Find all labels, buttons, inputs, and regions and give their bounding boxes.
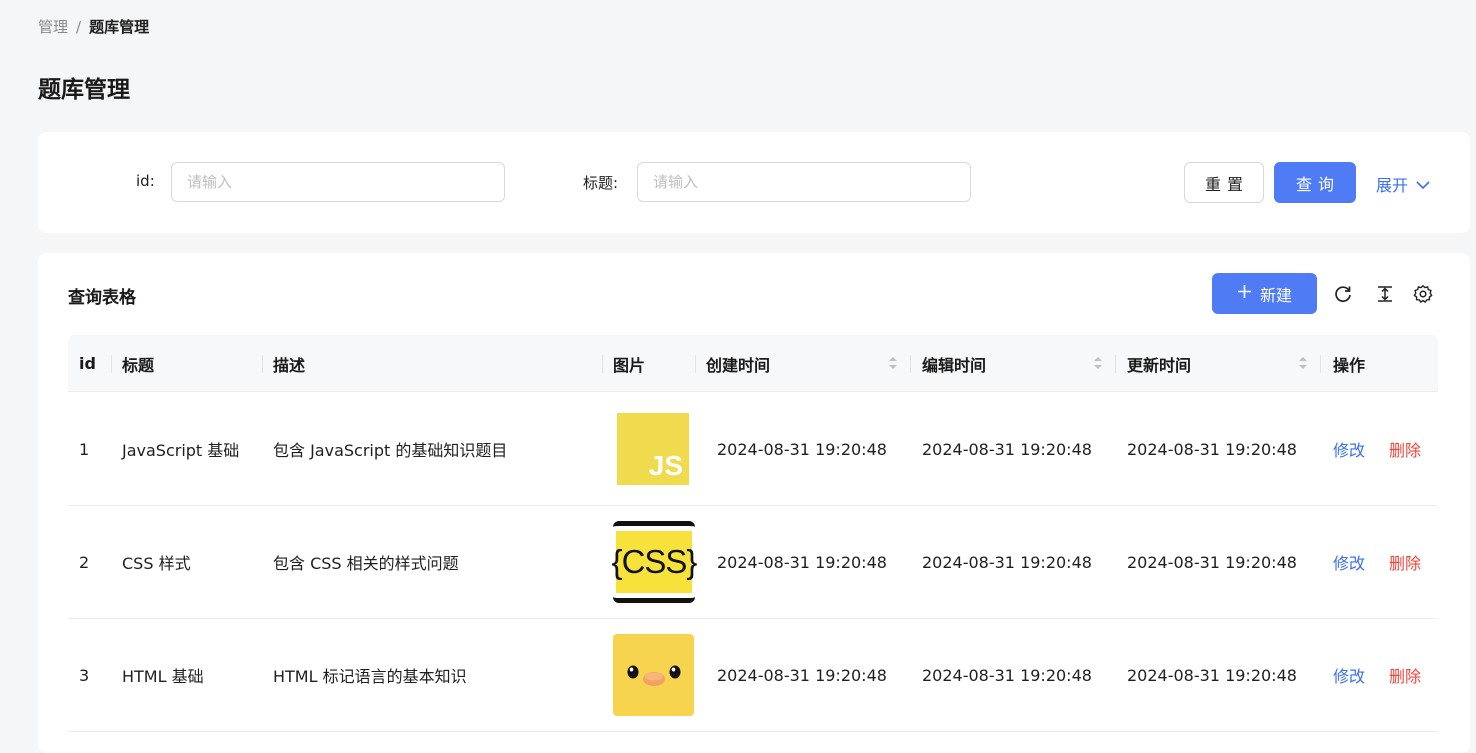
breadcrumb: 管理 / 题库管理 — [38, 16, 149, 37]
breadcrumb-parent[interactable]: 管理 — [38, 16, 68, 37]
delete-link[interactable]: 删除 — [1389, 506, 1421, 618]
cell-updated: 2024-08-31 19:20:48 — [1127, 665, 1297, 685]
sort-icon[interactable] — [1093, 355, 1103, 371]
cell-title: HTML 基础 — [122, 667, 204, 686]
search-form-card: id: 标题: 重置 查询 展开 — [38, 132, 1470, 233]
column-header-updated[interactable]: 更新时间 — [1127, 335, 1191, 392]
cell-edited: 2024-08-31 19:20:48 — [922, 552, 1092, 572]
column-header-id: id — [79, 354, 96, 373]
column-separator — [910, 355, 911, 373]
cell-updated: 2024-08-31 19:20:48 — [1127, 552, 1297, 572]
duck-avatar-image[interactable] — [613, 634, 694, 716]
table-card: 查询表格 新建 id 标题 描述 图片 创建时间 编辑时间 更新时间 操作 1 … — [38, 253, 1470, 753]
title-search-input[interactable] — [637, 162, 971, 202]
column-header-description: 描述 — [273, 355, 306, 375]
cell-created: 2024-08-31 19:20:48 — [717, 439, 887, 459]
query-button[interactable]: 查询 — [1274, 162, 1356, 203]
expand-label: 展开 — [1376, 176, 1409, 195]
column-separator — [111, 355, 112, 373]
edit-link[interactable]: 修改 — [1333, 619, 1365, 731]
css-logo-panel: {CSS} — [612, 531, 697, 593]
cell-description: HTML 标记语言的基本知识 — [273, 667, 467, 686]
sort-icon[interactable] — [1298, 355, 1308, 371]
table-header: id 标题 描述 图片 创建时间 编辑时间 更新时间 操作 — [68, 335, 1438, 392]
id-search-input[interactable] — [171, 162, 505, 202]
table-card-title: 查询表格 — [68, 288, 136, 308]
duck-face-icon — [627, 665, 681, 686]
chevron-down-icon — [1416, 175, 1430, 194]
column-separator — [695, 355, 696, 373]
expand-link[interactable]: 展开 — [1376, 172, 1430, 196]
cell-updated: 2024-08-31 19:20:48 — [1127, 439, 1297, 459]
cell-title: JavaScript 基础 — [122, 441, 240, 460]
cell-created: 2024-08-31 19:20:48 — [717, 665, 887, 685]
column-separator — [262, 355, 263, 373]
cell-description: 包含 CSS 相关的样式问题 — [273, 554, 459, 573]
css-logo-image[interactable]: {CSS} — [612, 521, 697, 603]
column-header-actions: 操作 — [1333, 355, 1366, 375]
js-logo-image[interactable]: JS — [617, 413, 689, 485]
column-header-created[interactable]: 创建时间 — [706, 335, 770, 392]
column-header-picture: 图片 — [613, 355, 646, 375]
delete-link[interactable]: 删除 — [1389, 619, 1421, 731]
column-separator — [1320, 355, 1321, 373]
cell-edited: 2024-08-31 19:20:48 — [922, 439, 1092, 459]
cell-title: CSS 样式 — [122, 554, 191, 573]
density-icon[interactable] — [1374, 283, 1396, 305]
delete-link[interactable]: 删除 — [1389, 393, 1421, 505]
breadcrumb-current: 题库管理 — [89, 18, 150, 36]
css-logo-text: {CSS} — [611, 543, 698, 580]
column-separator — [602, 355, 603, 373]
cell-id: 2 — [79, 552, 90, 572]
new-button-label: 新建 — [1259, 285, 1292, 305]
reload-icon[interactable] — [1332, 283, 1354, 305]
js-logo-text: JS — [648, 450, 683, 481]
reset-button[interactable]: 重置 — [1184, 162, 1264, 203]
edit-link[interactable]: 修改 — [1333, 506, 1365, 618]
edit-link[interactable]: 修改 — [1333, 393, 1365, 505]
cell-id: 3 — [79, 665, 90, 685]
cell-id: 1 — [79, 439, 90, 459]
id-field-label: id: — [136, 172, 155, 190]
settings-icon[interactable] — [1412, 283, 1434, 305]
cell-description: 包含 JavaScript 的基础知识题目 — [273, 441, 508, 460]
sort-icon[interactable] — [888, 355, 898, 371]
column-header-edited[interactable]: 编辑时间 — [922, 335, 986, 392]
cell-created: 2024-08-31 19:20:48 — [717, 552, 887, 572]
column-header-title: 标题 — [122, 355, 155, 375]
new-button[interactable]: 新建 — [1212, 273, 1317, 314]
page-title: 题库管理 — [38, 77, 130, 103]
table-row: 3 HTML 基础 HTML 标记语言的基本知识 2024-08-31 19:2… — [68, 619, 1438, 732]
cell-edited: 2024-08-31 19:20:48 — [922, 665, 1092, 685]
table-row: 2 CSS 样式 包含 CSS 相关的样式问题 {CSS} 2024-08-31… — [68, 506, 1438, 619]
title-field-label: 标题: — [583, 174, 619, 192]
column-separator — [1115, 355, 1116, 373]
plus-icon — [1237, 284, 1252, 303]
table-row: 1 JavaScript 基础 包含 JavaScript 的基础知识题目 JS… — [68, 393, 1438, 506]
breadcrumb-separator: / — [76, 17, 82, 36]
